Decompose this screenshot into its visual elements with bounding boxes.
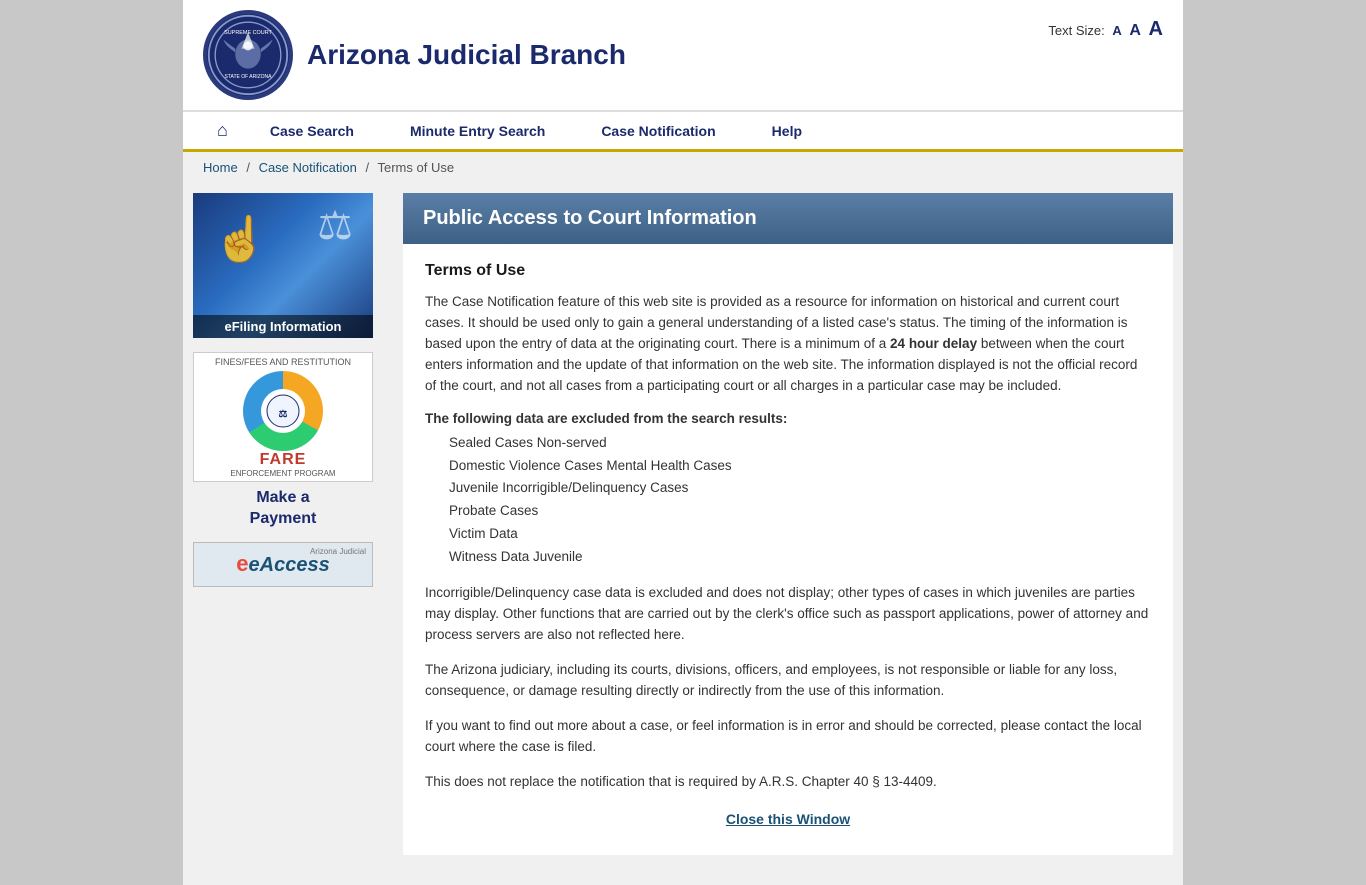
sidebar-efiling-image: ⚖ ☝ eFiling Information	[193, 193, 373, 338]
breadcrumb-case-notification[interactable]: Case Notification	[259, 160, 357, 175]
scales-icon: ⚖	[317, 203, 353, 249]
nav-case-notification[interactable]: Case Notification	[573, 113, 743, 149]
list-item: Domestic Violence Cases Mental Health Ca…	[449, 455, 1151, 478]
efiling-label: eFiling Information	[193, 315, 373, 338]
text-size-small[interactable]: A	[1112, 23, 1121, 38]
nav-help[interactable]: Help	[744, 113, 830, 149]
make-payment-label: Make a Payment	[193, 488, 373, 530]
page-title-bar: Public Access to Court Information	[403, 193, 1173, 244]
text-size-controls: Text Size: A A A	[1048, 18, 1163, 41]
nav-home-button[interactable]: ⌂	[203, 112, 242, 149]
list-item: Juvenile Incorrigible/Delinquency Cases	[449, 477, 1151, 500]
list-item: Sealed Cases Non-served	[449, 432, 1151, 455]
fare-enforcement-label: ENFORCEMENT PROGRAM	[230, 469, 335, 478]
list-item: Witness Data Juvenile	[449, 546, 1151, 569]
eaccess-text: eAccess	[249, 554, 330, 576]
breadcrumb: Home / Case Notification / Terms of Use	[183, 152, 1183, 183]
fare-name: FARE	[260, 451, 307, 469]
logo-seal: SUPREME COURT STATE OF ARIZONA	[203, 10, 293, 100]
terms-heading: Terms of Use	[425, 262, 1151, 280]
24-hour-delay-bold: 24 hour delay	[890, 336, 977, 351]
content-body: Terms of Use The Case Notification featu…	[403, 244, 1173, 855]
list-item: Probate Cases	[449, 500, 1151, 523]
eaccess-subtitle: Arizona Judicial	[310, 547, 366, 556]
text-size-large[interactable]: A	[1149, 18, 1163, 40]
page-title: Public Access to Court Information	[423, 207, 757, 229]
site-title: Arizona Judicial Branch	[307, 39, 626, 71]
fare-label-top: FINES/FEES AND RESTITUTION	[215, 357, 351, 367]
text-size-medium[interactable]: A	[1129, 22, 1141, 39]
fare-circle: ⚖	[243, 371, 323, 451]
sidebar: ⚖ ☝ eFiling Information FINES/FEES AND R…	[193, 193, 393, 855]
logo-area: SUPREME COURT STATE OF ARIZONA Arizona J…	[203, 10, 626, 100]
eaccess-e-letter: e	[236, 551, 248, 576]
breadcrumb-sep-1: /	[246, 160, 250, 175]
content-area: ⚖ ☝ eFiling Information FINES/FEES AND R…	[183, 183, 1183, 865]
terms-paragraph-3: The Arizona judiciary, including its cou…	[425, 660, 1151, 702]
sidebar-efiling-box[interactable]: ⚖ ☝ eFiling Information	[193, 193, 373, 338]
terms-paragraph-5: This does not replace the notification t…	[425, 772, 1151, 793]
breadcrumb-sep-2: /	[365, 160, 369, 175]
sidebar-fare-box[interactable]: FINES/FEES AND RESTITUTION ⚖ FARE ENFORC…	[193, 352, 373, 530]
nav-minute-entry-search[interactable]: Minute Entry Search	[382, 113, 573, 149]
fare-icon: ⚖	[265, 393, 301, 429]
svg-text:⚖: ⚖	[279, 409, 288, 420]
breadcrumb-current: Terms of Use	[377, 160, 454, 175]
close-window-link[interactable]: Close this Window	[425, 811, 1151, 837]
svg-text:STATE OF ARIZONA: STATE OF ARIZONA	[224, 74, 272, 80]
text-size-label: Text Size:	[1048, 23, 1104, 38]
fare-graphic: FINES/FEES AND RESTITUTION ⚖ FARE ENFORC…	[193, 352, 373, 482]
nav-bar: ⌂ Case Search Minute Entry Search Case N…	[183, 111, 1183, 152]
terms-paragraph-4: If you want to find out more about a cas…	[425, 716, 1151, 758]
header: SUPREME COURT STATE OF ARIZONA Arizona J…	[183, 0, 1183, 111]
breadcrumb-home[interactable]: Home	[203, 160, 238, 175]
terms-paragraph-1: The Case Notification feature of this we…	[425, 292, 1151, 397]
nav-case-search[interactable]: Case Search	[242, 113, 382, 149]
excluded-list: Sealed Cases Non-served Domestic Violenc…	[425, 432, 1151, 570]
terms-paragraph-2: Incorrigible/Delinquency case data is ex…	[425, 583, 1151, 646]
main-content: Public Access to Court Information Terms…	[403, 193, 1173, 855]
finger-icon: ☝	[213, 213, 268, 265]
excluded-title: The following data are excluded from the…	[425, 411, 1151, 426]
list-item: Victim Data	[449, 523, 1151, 546]
fare-inner: ⚖	[261, 389, 305, 433]
sidebar-eaccess-box[interactable]: Arizona Judicial eeAccess	[193, 542, 373, 587]
